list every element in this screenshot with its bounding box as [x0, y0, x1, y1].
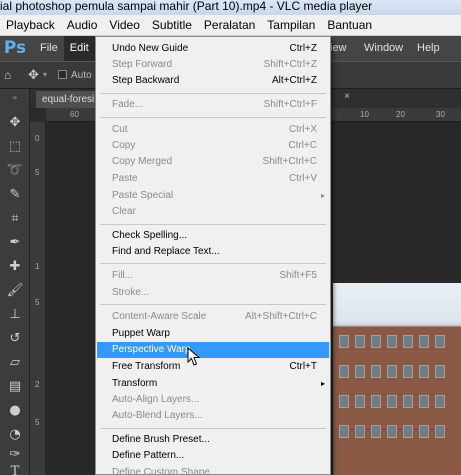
menu-separator [100, 93, 326, 94]
eyedropper-tool-icon[interactable]: ✒ [3, 233, 27, 253]
move-tool-icon[interactable]: ✥ [28, 67, 39, 83]
lasso-tool-icon[interactable]: ➰ [3, 161, 27, 181]
vlc-menubar: Playback Audio Video Subtitle Peralatan … [0, 15, 461, 36]
menu-separator [100, 428, 326, 429]
menu-item-paste[interactable]: Paste Ctrl+V [97, 171, 329, 187]
ps-menu-window[interactable]: Window [364, 36, 403, 61]
menu-item-clear[interactable]: Clear [97, 204, 329, 220]
vertical-ruler: 0 5 1 5 2 5 [30, 122, 46, 475]
home-icon[interactable]: ⌂ [4, 68, 11, 82]
menu-item-copy-merged[interactable]: Copy Merged Shift+Ctrl+C [97, 154, 329, 170]
auto-select-checkbox[interactable] [58, 70, 67, 79]
ruler-tick-label: 20 [396, 110, 405, 119]
document-tab[interactable]: equal-foresi [36, 91, 100, 108]
type-tool-icon[interactable]: T [3, 462, 27, 475]
auto-select-label: Auto [71, 70, 92, 81]
menu-item-fade[interactable]: Fade... Shift+Ctrl+F [97, 97, 329, 113]
ps-menu-file[interactable]: File [34, 36, 64, 61]
menu-item-paste-special[interactable]: Paste Special ▸ [97, 188, 329, 204]
history-brush-tool-icon[interactable]: ↺ [3, 329, 27, 349]
vlc-menu-tampilan[interactable]: Tampilan [261, 18, 321, 32]
gradient-tool-icon[interactable]: ▤ [3, 377, 27, 397]
menu-item-puppet-warp[interactable]: Puppet Warp [97, 326, 329, 342]
ruler-tick-label: 5 [35, 168, 40, 177]
ruler-tick-label: 5 [35, 418, 40, 427]
photoshop-logo: Ps [3, 38, 27, 58]
panel-collapse-icon[interactable]: » [3, 93, 27, 103]
vlc-menu-peralatan[interactable]: Peralatan [198, 18, 261, 32]
menu-item-undo[interactable]: Undo New Guide Ctrl+Z [97, 41, 329, 57]
submenu-arrow-icon: ▸ [320, 191, 325, 200]
quick-select-tool-icon[interactable]: ✎ [3, 185, 27, 205]
move-tool-icon[interactable]: ✥ [3, 113, 27, 133]
menu-item-find-replace[interactable]: Find and Replace Text... [97, 244, 329, 260]
brush-tool-icon[interactable]: 🖌 [3, 281, 27, 301]
ruler-tick-label: 5 [35, 298, 40, 307]
vlc-menu-audio[interactable]: Audio [61, 18, 104, 32]
menu-separator [100, 304, 326, 305]
ps-menu-view[interactable]: iew [330, 36, 347, 61]
menu-item-copy[interactable]: Copy Ctrl+C [97, 138, 329, 154]
menu-item-auto-align-layers[interactable]: Auto-Align Layers... [97, 392, 329, 408]
menu-item-fill[interactable]: Fill... Shift+F5 [97, 268, 329, 284]
vlc-menu-bantuan[interactable]: Bantuan [321, 18, 378, 32]
window-title: ial photoshop pemula sampai mahir (Part … [0, 0, 461, 15]
ps-menu-help[interactable]: Help [417, 36, 440, 61]
menu-item-define-pattern[interactable]: Define Pattern... [97, 448, 329, 464]
menu-item-free-transform[interactable]: Free Transform Ctrl+T [97, 359, 329, 375]
clone-stamp-tool-icon[interactable]: ⊥ [3, 305, 27, 325]
vlc-menu-video[interactable]: Video [103, 18, 145, 32]
menu-separator [100, 117, 326, 118]
menu-separator [100, 263, 326, 264]
building-photo [333, 283, 461, 475]
dodge-tool-icon[interactable]: ◔ [3, 425, 27, 445]
vlc-menu-subtitle[interactable]: Subtitle [146, 18, 198, 32]
edit-menu-dropdown: Undo New Guide Ctrl+Z Step Forward Shift+C… [95, 36, 331, 475]
ruler-tick-label: 1 [35, 262, 40, 271]
chevron-down-icon[interactable]: ▾ [43, 70, 47, 79]
ruler-tick-label: 60 [70, 110, 79, 119]
tools-panel: » ✥ ⬚ ➰ ✎ ⌗ ✒ ✚ 🖌 ⊥ ↺ ▱ ▤ ● ◔ ✑ T [0, 89, 30, 475]
menu-item-content-aware-scale[interactable]: Content-Aware Scale Alt+Shift+Ctrl+C [97, 309, 329, 325]
menu-item-cut[interactable]: Cut Ctrl+X [97, 122, 329, 138]
menu-item-step-forward[interactable]: Step Forward Shift+Ctrl+Z [97, 57, 329, 73]
marquee-tool-icon[interactable]: ⬚ [3, 137, 27, 157]
close-tab-icon[interactable]: × [344, 91, 350, 102]
submenu-arrow-icon: ▸ [320, 379, 325, 388]
menu-item-define-custom-shape[interactable]: Define Custom Shape... [97, 465, 329, 475]
menu-item-auto-blend-layers[interactable]: Auto-Blend Layers... [97, 408, 329, 424]
vlc-menu-playback[interactable]: Playback [0, 18, 61, 32]
crop-tool-icon[interactable]: ⌗ [3, 209, 27, 229]
mouse-cursor-icon [187, 347, 201, 366]
ruler-tick-label: 10 [360, 110, 369, 119]
menu-item-step-backward[interactable]: Step Backward Alt+Ctrl+Z [97, 73, 329, 89]
ruler-tick-label: 2 [35, 380, 40, 389]
menu-item-define-brush-preset[interactable]: Define Brush Preset... [97, 432, 329, 448]
healing-brush-tool-icon[interactable]: ✚ [3, 257, 27, 277]
menu-item-perspective-warp[interactable]: Perspective Warp [97, 342, 329, 358]
menu-item-stroke[interactable]: Stroke... [97, 285, 329, 301]
menu-item-check-spelling[interactable]: Check Spelling... [97, 228, 329, 244]
ps-menu-edit[interactable]: Edit [63, 36, 95, 61]
ruler-tick-label: 30 [436, 110, 445, 119]
eraser-tool-icon[interactable]: ▱ [3, 353, 27, 373]
menu-separator [100, 224, 326, 225]
blur-tool-icon[interactable]: ● [3, 401, 27, 421]
ruler-tick-label: 0 [35, 134, 40, 143]
menu-item-transform[interactable]: Transform ▸ [97, 376, 329, 392]
